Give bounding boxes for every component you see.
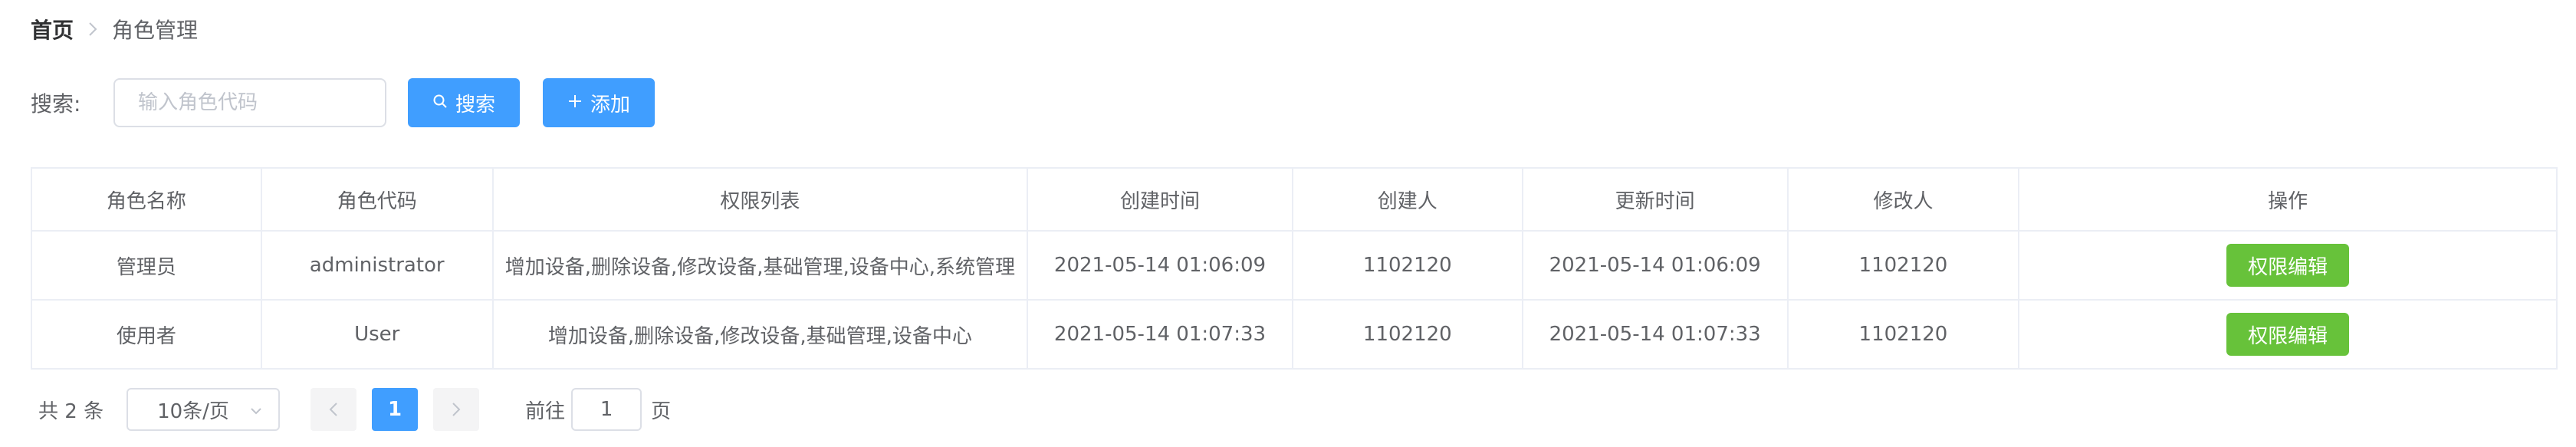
search-icon (432, 91, 448, 114)
goto-label: 前往 (525, 399, 566, 423)
add-button[interactable]: 添加 (543, 78, 655, 127)
pagination-total: 共 2 条 (38, 399, 104, 423)
column-header: 操作 (2018, 167, 2558, 232)
next-page-button[interactable] (433, 388, 480, 431)
page-number-current[interactable]: 1 (372, 388, 419, 431)
breadcrumb-home[interactable]: 首页 (31, 14, 74, 44)
role-code-search-input[interactable] (113, 78, 386, 127)
breadcrumb: 首页 角色管理 (31, 14, 198, 44)
creator-cell: 1102120 (1291, 299, 1523, 370)
modifier-cell: 1102120 (1786, 230, 2020, 301)
updated-time-cell: 2021-05-14 01:06:09 (1521, 230, 1789, 301)
search-button-label: 搜索 (455, 93, 495, 117)
updated-time-cell: 2021-05-14 01:07:33 (1521, 299, 1789, 370)
page-size-value: 10条/页 (157, 399, 229, 423)
chevron-down-icon (249, 398, 263, 421)
modifier-cell: 1102120 (1786, 299, 2020, 370)
plus-icon (567, 91, 583, 114)
permissions-cell: 增加设备,删除设备,修改设备,基础管理,设备中心 (491, 299, 1029, 370)
column-header: 创建人 (1291, 167, 1523, 232)
role-name-cell: 管理员 (31, 230, 262, 301)
column-header: 权限列表 (491, 167, 1029, 232)
edit-permissions-button[interactable]: 权限编辑 (2226, 244, 2350, 287)
prev-page-button[interactable] (310, 388, 357, 431)
role-code-cell: User (260, 299, 494, 370)
column-header: 角色代码 (260, 167, 494, 232)
breadcrumb-current: 角色管理 (112, 18, 199, 43)
creator-cell: 1102120 (1291, 230, 1523, 301)
role-code-cell: administrator (260, 230, 494, 301)
edit-permissions-button[interactable]: 权限编辑 (2226, 313, 2350, 356)
table-row: 管理员 administrator 增加设备,删除设备,修改设备,基础管理,设备… (31, 230, 2558, 301)
created-time-cell: 2021-05-14 01:07:33 (1027, 299, 1293, 370)
column-header: 修改人 (1786, 167, 2020, 232)
pagination: 共 2 条 10条/页 1 前往 页 (38, 388, 671, 431)
permissions-cell: 增加设备,删除设备,修改设备,基础管理,设备中心,系统管理 (491, 230, 1029, 301)
search-label: 搜索: (31, 91, 81, 117)
search-button[interactable]: 搜索 (408, 78, 520, 127)
column-header: 创建时间 (1027, 167, 1293, 232)
goto-suffix: 页 (651, 399, 672, 423)
created-time-cell: 2021-05-14 01:06:09 (1027, 230, 1293, 301)
column-header: 更新时间 (1521, 167, 1789, 232)
role-name-cell: 使用者 (31, 299, 262, 370)
chevron-right-icon (87, 21, 98, 38)
search-bar: 搜索: 搜索 添加 (31, 78, 655, 127)
action-cell: 权限编辑 (2018, 230, 2558, 301)
page-size-select[interactable]: 10条/页 (127, 388, 281, 431)
role-table: 角色名称 角色代码 权限列表 创建时间 创建人 更新时间 修改人 操作 管理员 … (31, 167, 2558, 370)
add-button-label: 添加 (590, 93, 630, 117)
action-cell: 权限编辑 (2018, 299, 2558, 370)
goto-page-input[interactable] (571, 388, 642, 431)
table-row: 使用者 User 增加设备,删除设备,修改设备,基础管理,设备中心 2021-0… (31, 299, 2558, 370)
column-header: 角色名称 (31, 167, 262, 232)
table-header-row: 角色名称 角色代码 权限列表 创建时间 创建人 更新时间 修改人 操作 (31, 167, 2558, 232)
